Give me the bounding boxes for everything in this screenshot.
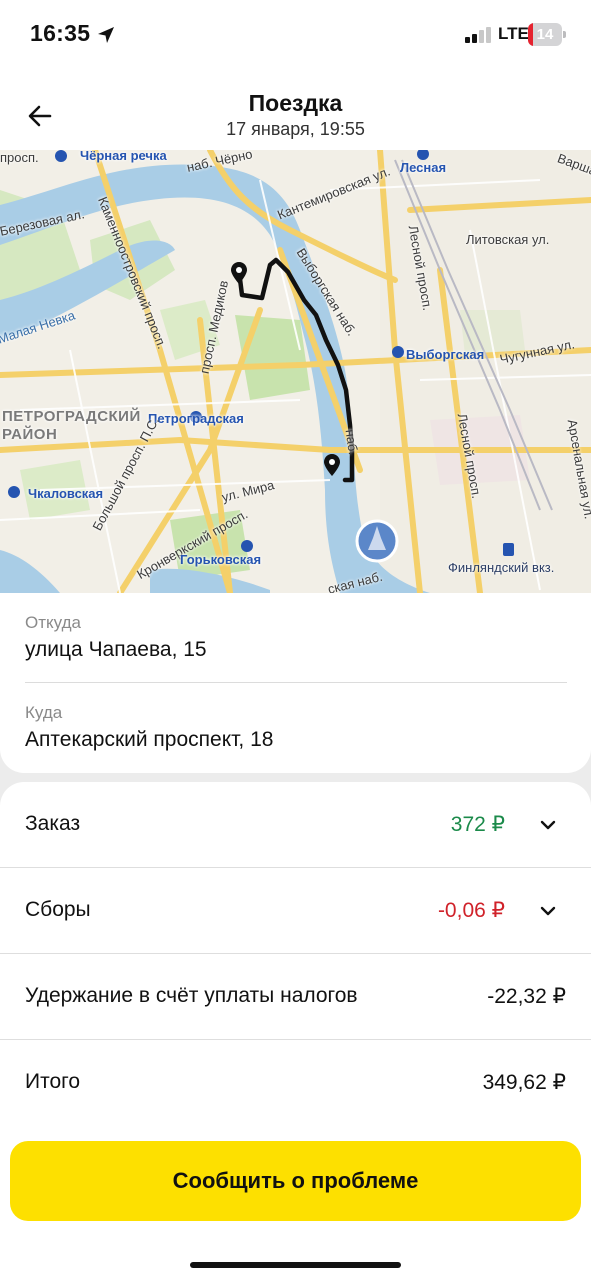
map-metro-label: Лесная: [400, 160, 447, 175]
battery-percent: 14: [536, 26, 554, 43]
map-station-label: Финляндский вкз.: [448, 560, 555, 575]
fees-row[interactable]: Сборы -0,06 ₽: [0, 868, 591, 954]
order-row[interactable]: Заказ 372 ₽: [0, 782, 591, 868]
map-label: Литовская ул.: [466, 232, 550, 247]
network-type: LTE: [498, 24, 529, 43]
to-label: Куда: [25, 703, 63, 722]
chevron-down-icon[interactable]: [536, 899, 560, 923]
chevron-down-icon[interactable]: [536, 813, 560, 837]
home-indicator[interactable]: [190, 1262, 401, 1268]
map-district-label: ПЕТРОГРАДСКИЙ РАЙОН: [2, 408, 141, 443]
route-map[interactable]: просп. Чёрная речка наб. Чёрно Кантемиро…: [0, 150, 591, 593]
row-value: -0,06 ₽: [437, 899, 505, 922]
row-label: Удержание в счёт уплаты налогов: [25, 984, 358, 1007]
row-value: 349,62 ₽: [482, 1071, 566, 1094]
location-arrow-icon: [98, 27, 114, 43]
map-label: просп.: [0, 150, 39, 165]
map-metro-label: Выборгская: [406, 347, 485, 362]
map-metro-label: Чёрная речка: [80, 150, 167, 163]
signal-icon: [465, 27, 491, 43]
map-metro-label: Чкаловская: [28, 486, 104, 501]
status-time: 16:35: [30, 20, 91, 46]
header: Поездка 17 января, 19:55: [0, 78, 591, 150]
address-card: Откуда улица Чапаева, 15 Куда Аптекарски…: [0, 593, 591, 773]
total-row: Итого 349,62 ₽: [0, 1040, 591, 1126]
row-value: 372 ₽: [450, 813, 505, 836]
map-metro-label: Горьковская: [180, 552, 262, 567]
map-metro-label: Петроградская: [148, 411, 244, 426]
row-label: Итого: [25, 1070, 81, 1093]
row-label: Заказ: [25, 812, 81, 835]
battery-icon: 14: [528, 23, 566, 46]
tax-row: Удержание в счёт уплаты налогов -22,32 ₽: [0, 954, 591, 1040]
from-label: Откуда: [25, 613, 81, 632]
origin-pin-icon: [231, 262, 247, 284]
trip-datetime: 17 января, 19:55: [226, 119, 365, 139]
report-problem-button[interactable]: Сообщить о проблеме: [10, 1141, 581, 1221]
row-label: Сборы: [25, 898, 91, 921]
to-address: Аптекарский проспект, 18: [25, 728, 274, 751]
status-bar: 16:35 LTE 14: [0, 0, 591, 70]
row-value: -22,32 ₽: [487, 985, 566, 1008]
from-address: улица Чапаева, 15: [25, 638, 207, 661]
page-title: Поездка: [248, 90, 343, 116]
divider: [25, 682, 567, 683]
payment-card: Заказ 372 ₽ Сборы -0,06 ₽ Удержание в сч…: [0, 782, 591, 1130]
